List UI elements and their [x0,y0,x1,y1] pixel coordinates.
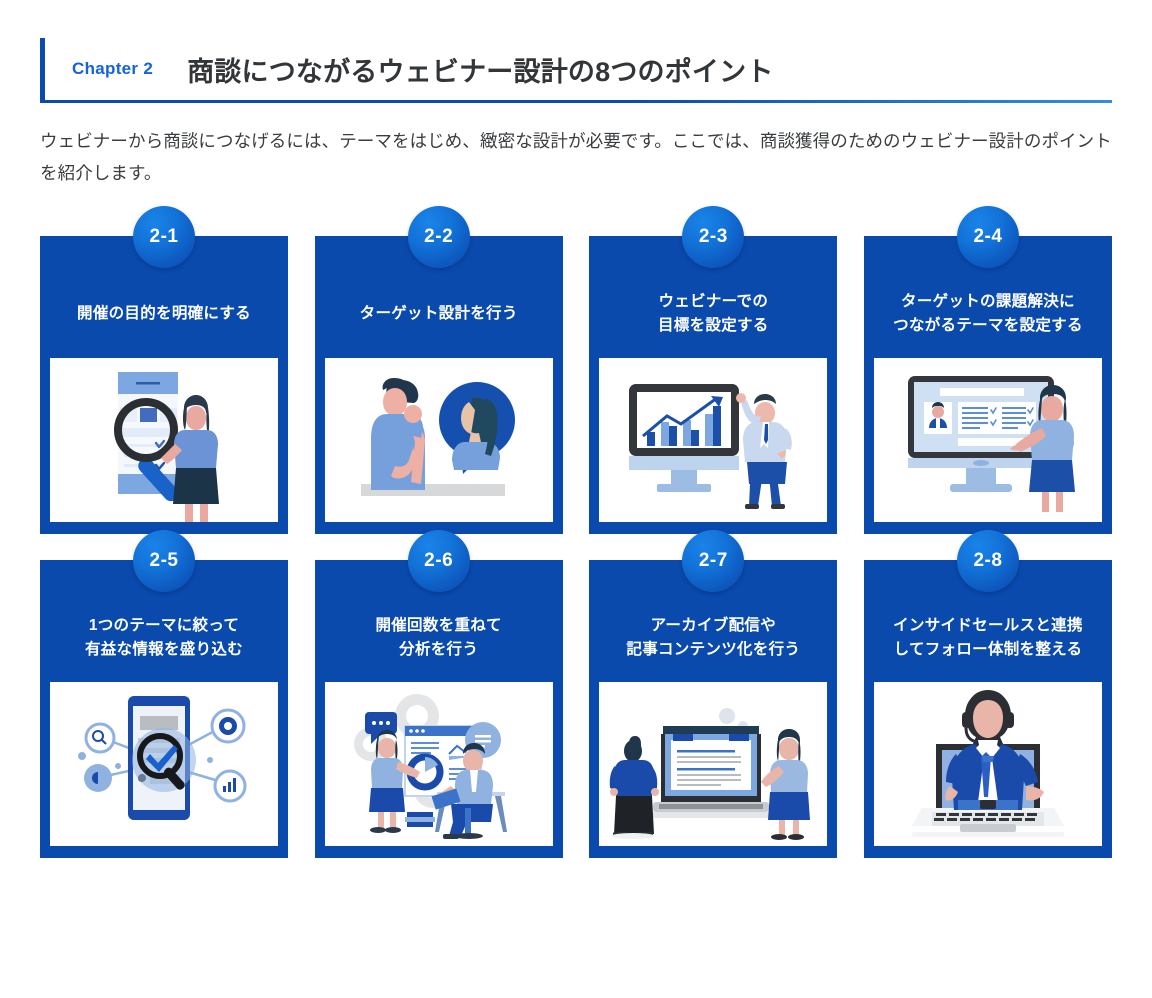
books-stack [404,811,435,827]
point-badge: 2-8 [956,529,1019,592]
point-card-2-8[interactable]: 2-8 インサイドセールスと連携 してフォロー体制を整える [863,529,1112,858]
point-badge: 2-6 [407,529,470,592]
point-title-line: つながるテーマを設定する [893,316,1083,334]
point-title-line: ウェビナーでの [658,292,769,310]
point-title: ターゲットの課題解決に つながるテーマを設定する [893,288,1083,340]
point-title-line: アーカイブ配信や [650,616,777,634]
man-figure [370,377,425,490]
man-thinking-persona-bubble-illustration [324,357,553,522]
monitor-profile-checklist-woman-illustration [873,357,1102,522]
point-title-line: 目標を設定する [658,316,769,334]
infographic-page: Chapter 2 商談につながるウェビナー設計の8つのポイント ウェビナーから… [0,38,1152,998]
point-badge: 2-2 [407,205,470,268]
team-dashboard-analysis-illustration [324,681,553,846]
point-badge: 2-3 [682,205,745,268]
point-title-line: 開催回数を重ねて [375,616,502,634]
pointing-man [736,392,793,509]
points-grid: 2-1 開催の目的を明確にする 2-2 ターゲット設計を行う 2-3 ウェビナー… [40,205,1112,858]
header-divider [40,100,1112,103]
page-title: 商談につながるウェビナー設計の8つのポイント [187,56,774,87]
point-title: インサイドセールスと連携 してフォロー体制を整える [893,612,1083,664]
profile-card [923,401,952,434]
point-title-line: 記事コンテンツ化を行う [626,640,801,658]
monitor-growth-chart-man-illustration [599,357,828,522]
point-card-2-7[interactable]: 2-7 アーカイブ配信や 記事コンテンツ化を行う [589,529,838,858]
point-badge: 2-7 [682,529,745,592]
point-badge: 2-5 [133,529,195,592]
point-title: ターゲット設計を行う [360,288,518,340]
point-card-2-6[interactable]: 2-6 開催回数を重ねて 分析を行う [314,529,563,858]
chapter-label: Chapter 2 [72,59,154,78]
point-badge: 2-1 [133,205,195,268]
chapter-header: Chapter 2 商談につながるウェビナー設計の8つのポイント [40,38,1112,100]
point-title-line: 開催の目的を明確にする [77,304,251,322]
point-title: 開催の目的を明確にする [77,288,251,340]
point-title: 1つのテーマに絞って 有益な情報を盛り込む [85,612,243,664]
point-title: ウェビナーでの 目標を設定する [658,288,769,340]
laptop [647,725,776,818]
woman-figure [761,728,811,840]
headset-agent-laptop-illustration [873,681,1102,846]
point-card-2-3[interactable]: 2-3 ウェビナーでの 目標を設定する [589,205,838,534]
point-card-2-5[interactable]: 2-5 1つのテーマに絞って 有益な情報を盛り込む [40,529,288,858]
man-figure [610,735,660,839]
point-card-2-4[interactable]: 2-4 ターゲットの課題解決に つながるテーマを設定する [863,205,1112,534]
point-title-line: 有益な情報を盛り込む [84,640,243,658]
point-card-2-1[interactable]: 2-1 開催の目的を明確にする [40,205,288,534]
smartphone-magnifier-network-illustration [50,681,278,846]
thought-bubble [438,381,515,474]
point-card-2-2[interactable]: 2-2 ターゲット設計を行う [314,205,563,534]
point-title-line: してフォロー体制を整える [893,640,1083,658]
magnifier-check [132,727,196,792]
magnifier-checklist-woman-illustration [50,357,278,522]
point-badge: 2-4 [956,205,1019,268]
point-title: 開催回数を重ねて 分析を行う [375,612,501,664]
point-title-line: 分析を行う [399,640,479,658]
checklist-panel [957,401,1036,434]
point-title-line: インサイドセールスと連携 [893,616,1083,634]
lead-paragraph: ウェビナーから商談につなげるには、テーマをはじめ、緻密な設計が必要です。ここでは… [40,131,1112,184]
laptop-article-two-people-illustration [599,681,828,846]
point-title: アーカイブ配信や 記事コンテンツ化を行う [626,612,800,664]
point-title-line: 1つのテーマに絞って [88,616,240,634]
point-title-line: ターゲット設計を行う [359,304,518,322]
point-title-line: ターゲットの課題解決に [901,292,1075,310]
